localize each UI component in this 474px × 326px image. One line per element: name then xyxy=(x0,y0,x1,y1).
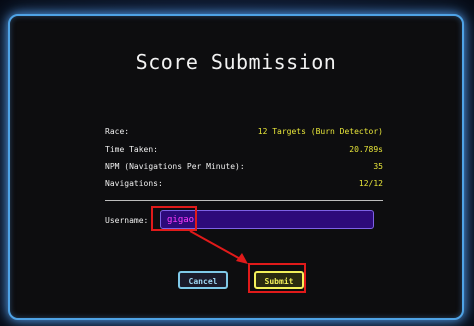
stat-label: NPM (Navigations Per Minute): xyxy=(105,162,245,171)
divider xyxy=(105,200,383,201)
stat-value: 12 Targets (Burn Detector) xyxy=(257,127,383,136)
stat-label: Time Taken: xyxy=(105,145,158,154)
stat-row-navigations: Navigations: 12/12 xyxy=(105,179,383,189)
submit-button[interactable]: Submit xyxy=(254,271,304,289)
stat-row-race: Race: 12 Targets (Burn Detector) xyxy=(105,127,383,137)
score-submission-dialog: Score Submission Race: 12 Targets (Burn … xyxy=(8,14,464,320)
username-input[interactable]: gigao xyxy=(160,210,374,229)
stat-row-npm: NPM (Navigations Per Minute): 35 xyxy=(105,162,383,172)
stat-value: 35 xyxy=(373,162,383,171)
screen: Score Submission Race: 12 Targets (Burn … xyxy=(0,0,474,326)
stat-value: 12/12 xyxy=(358,179,383,188)
username-label: Username: xyxy=(105,216,149,225)
stat-label: Navigations: xyxy=(105,179,163,188)
dialog-title: Score Submission xyxy=(135,50,337,74)
stat-label: Race: xyxy=(105,127,130,136)
cancel-button[interactable]: Cancel xyxy=(178,271,228,289)
stat-row-time: Time Taken: 20.789s xyxy=(105,145,383,155)
stat-value: 20.789s xyxy=(349,145,383,154)
